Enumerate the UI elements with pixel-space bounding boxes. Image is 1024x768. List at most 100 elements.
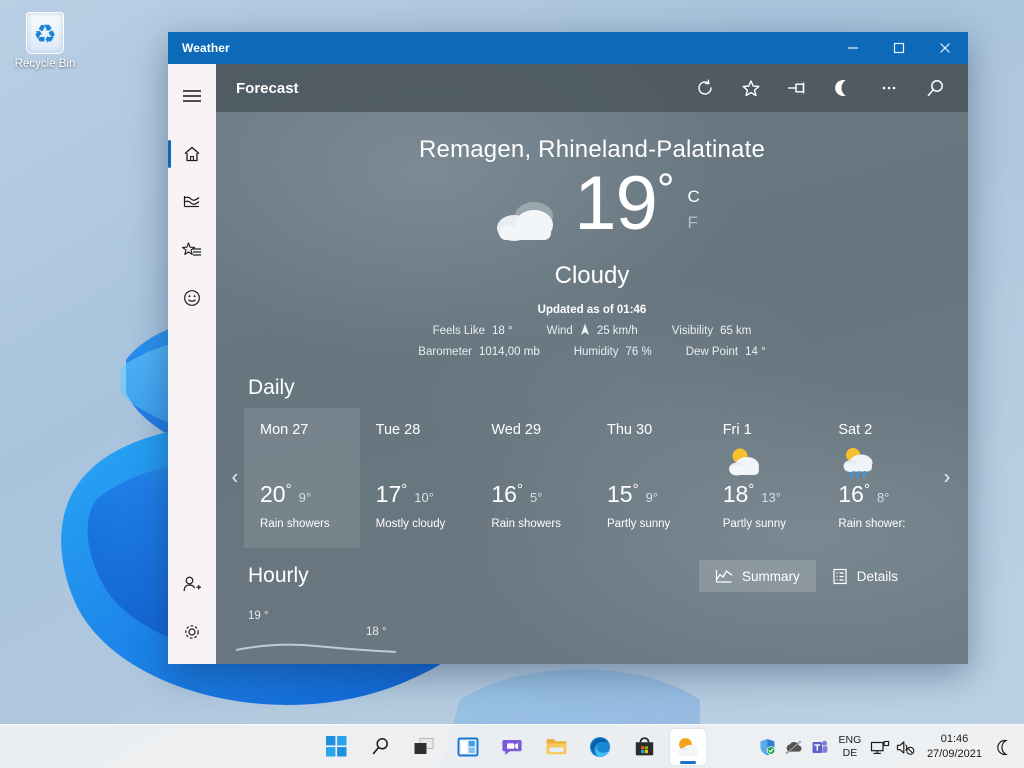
weather-icon: [678, 737, 699, 756]
navigation-rail[interactable]: [168, 64, 216, 664]
tray-teams-icon[interactable]: [807, 725, 833, 768]
notification-center-button[interactable]: [990, 725, 1016, 768]
folder-icon: [546, 739, 566, 755]
forecast-scroll-area[interactable]: Remagen, Rhineland-Palatinate 19° C F Cl…: [216, 112, 968, 664]
minimize-button[interactable]: [830, 32, 876, 64]
search-button[interactable]: [912, 66, 958, 110]
detail-value: 18 °: [492, 325, 513, 337]
moon-icon: [835, 80, 846, 96]
daily-next-button[interactable]: ›: [936, 467, 958, 490]
day-low: 9°: [298, 490, 312, 505]
close-button[interactable]: [922, 32, 968, 64]
sidebar-item-favorites[interactable]: [168, 226, 216, 274]
star-icon: [742, 80, 760, 97]
pin-button[interactable]: [774, 66, 820, 110]
day-description: Rain showers: [260, 518, 330, 530]
desktop-icon-recycle-bin[interactable]: Recycle Bin: [8, 8, 82, 71]
sidebar-item-maps[interactable]: [168, 178, 216, 226]
taskbar-task-view-button[interactable]: [406, 729, 442, 765]
day-weather-icon-none: [376, 444, 460, 484]
tray-onedrive-offline-icon[interactable]: [781, 725, 807, 768]
current-temperature-value: 19: [574, 161, 658, 246]
unit-toggle[interactable]: C F: [687, 184, 699, 237]
taskbar-file-explorer-button[interactable]: [538, 729, 574, 765]
taskbar-app-buttons[interactable]: [318, 728, 706, 765]
condition-text: Cloudy: [554, 262, 630, 289]
system-tray[interactable]: ENG DE 01:46 27/09/2021: [755, 725, 1024, 768]
day-card-mon-27[interactable]: Mon 27 20° 9° Rain showers: [244, 408, 360, 548]
taskbar-edge-button[interactable]: [582, 729, 618, 765]
day-name: Tue 28: [375, 422, 421, 438]
sidebar-item-home[interactable]: [168, 130, 216, 178]
detail-value: 65 km: [720, 325, 752, 337]
unit-celsius[interactable]: C: [687, 184, 699, 210]
hourly-summary-tab[interactable]: Summary: [698, 560, 816, 592]
day-name: Sat 2: [838, 422, 873, 438]
current-conditions-row: 19° C F: [216, 166, 968, 266]
weather-app-window[interactable]: Weather Forecast Remagen, Rhineland-Pala…: [168, 32, 968, 664]
day-description: Partly sunny: [607, 518, 671, 530]
daily-forecast-carousel: ‹ › Mon 27 20° 9° Rain showers Tue 28 17…: [216, 408, 968, 548]
day-name: Mon 27: [260, 422, 309, 438]
day-name: Fri 1: [722, 422, 752, 438]
window-controls[interactable]: [830, 32, 968, 64]
detail-barometer: Barometer 1014,00 mb: [418, 346, 539, 358]
taskbar-clock[interactable]: 01:46 27/09/2021: [919, 725, 990, 768]
favorite-button[interactable]: [728, 66, 774, 110]
hourly-details-label: Details: [856, 568, 898, 584]
hamburger-icon: [183, 90, 201, 102]
language-secondary: DE: [842, 747, 858, 759]
updated-timestamp: Updated as of 01:46: [537, 304, 647, 316]
day-name: Thu 30: [607, 422, 653, 438]
maximize-button[interactable]: [876, 32, 922, 64]
detail-label: Wind: [546, 325, 573, 337]
hamburger-menu-button[interactable]: [168, 72, 216, 120]
dark-mode-button[interactable]: [820, 66, 866, 110]
tray-language-indicator[interactable]: ENG DE: [833, 725, 867, 768]
refresh-button[interactable]: [682, 66, 728, 110]
search-icon: [927, 79, 943, 96]
more-options-button[interactable]: [866, 66, 912, 110]
detail-feels-like: Feels Like 18 °: [433, 323, 513, 339]
tray-network-icon[interactable]: [867, 725, 893, 768]
search-icon: [372, 738, 388, 755]
daily-section-title: Daily: [248, 376, 295, 399]
home-icon: [184, 146, 200, 162]
sidebar-item-feedback[interactable]: [168, 274, 216, 322]
store-icon: [635, 737, 653, 756]
taskbar-widgets-button[interactable]: [450, 729, 486, 765]
sidebar-item-settings[interactable]: [168, 608, 216, 656]
person-add-icon: [183, 576, 201, 592]
day-card-thu-30[interactable]: Thu 30 15° 9° Partly sunny: [591, 408, 707, 548]
day-high: 18°: [722, 481, 755, 507]
day-high: 16°: [491, 481, 523, 507]
taskbar-search-button[interactable]: [362, 729, 398, 765]
tray-defender-icon[interactable]: [755, 725, 781, 768]
tray-volume-muted-icon[interactable]: [893, 725, 919, 768]
day-high: 16°: [838, 481, 870, 507]
day-card-tue-28[interactable]: Tue 28 17° 10° Mostly cloudy: [360, 408, 476, 548]
day-card-wed-29[interactable]: Wed 29 16° 5° Rain showers: [475, 408, 591, 548]
window-titlebar[interactable]: Weather: [168, 32, 968, 64]
taskbar-weather-button[interactable]: [670, 728, 706, 765]
hourly-section-header: Hourly Summary Details: [216, 548, 968, 592]
details-row-1: Feels Like 18 ° Wind 25 km/h Visibility …: [216, 323, 968, 339]
day-high: 17°: [375, 481, 408, 507]
sun-rain-icon: [838, 444, 922, 484]
window-title: Weather: [182, 41, 230, 55]
day-description: Rain showers: [491, 518, 562, 530]
clock-date: 27/09/2021: [926, 748, 982, 760]
taskbar-start-button[interactable]: [318, 729, 354, 765]
hourly-chart[interactable]: 19 ° 18 °: [216, 604, 968, 664]
day-card-fri-1[interactable]: Fri 1 18° 13° Partly sunny: [707, 408, 823, 548]
hourly-details-tab[interactable]: Details: [816, 560, 914, 592]
taskbar-store-button[interactable]: [626, 729, 662, 765]
daily-prev-button[interactable]: ‹: [224, 467, 246, 490]
taskbar-chat-button[interactable]: [494, 729, 530, 765]
taskbar[interactable]: ENG DE 01:46 27/09/2021: [0, 724, 1024, 768]
detail-humidity: Humidity 76 %: [574, 346, 652, 358]
unit-fahrenheit[interactable]: F: [687, 210, 699, 236]
sidebar-item-account[interactable]: [168, 560, 216, 608]
day-card-sat-2[interactable]: Sat 2 16° 8° Rain shower:: [822, 408, 938, 548]
detail-value: 1014,00 mb: [478, 346, 540, 358]
